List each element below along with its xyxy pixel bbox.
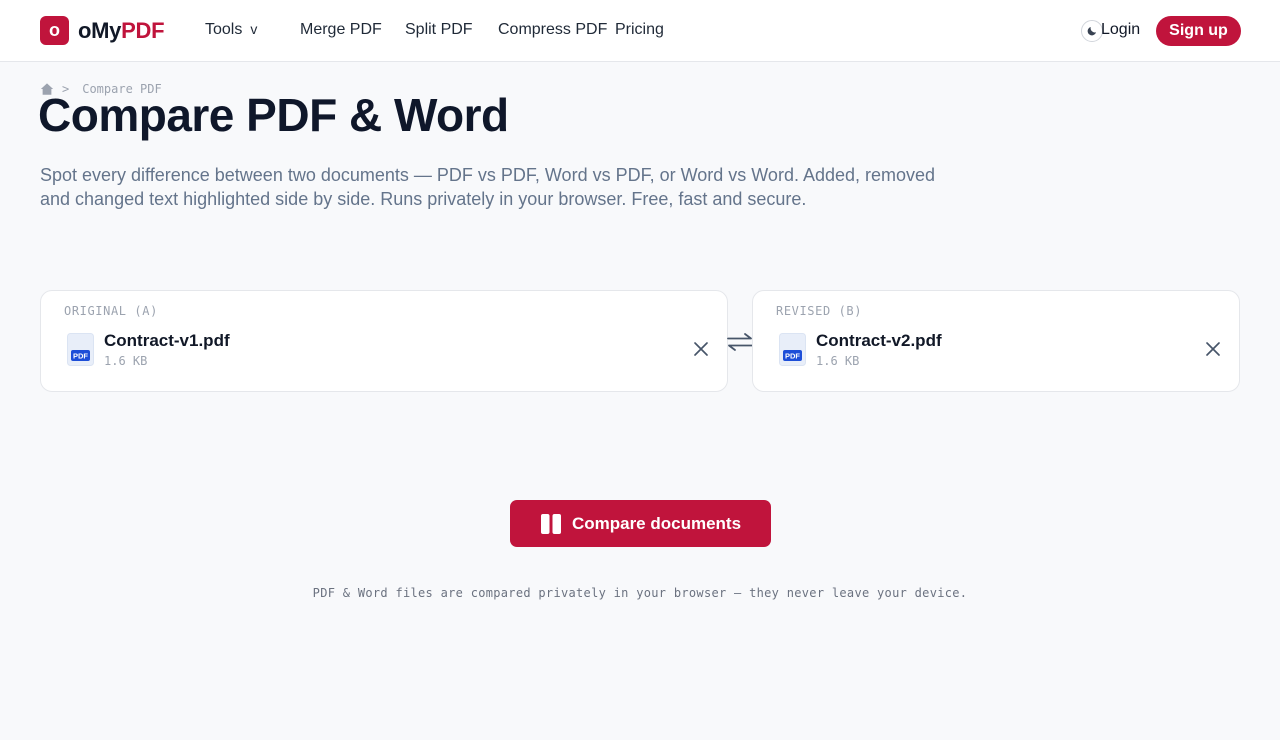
brand-logo[interactable]: o oMyPDF: [40, 16, 165, 45]
swap-icon[interactable]: [725, 332, 755, 352]
login-link[interactable]: Login: [1101, 21, 1140, 39]
nav-tools-dropdown[interactable]: Tools v: [205, 21, 257, 39]
original-file-label: ORIGINAL (A): [64, 304, 158, 318]
nav-split-pdf[interactable]: Split PDF: [405, 21, 473, 39]
pdf-file-icon: PDF: [67, 333, 94, 366]
pdf-file-icon: PDF: [779, 333, 806, 366]
theme-toggle-button[interactable]: [1081, 20, 1103, 42]
compare-button-label: Compare documents: [571, 513, 742, 533]
compare-columns-icon: [540, 513, 561, 534]
logo-name-accent: PDF: [121, 17, 165, 43]
pdf-badge-text: PDF: [785, 352, 800, 361]
nav-pricing[interactable]: Pricing: [615, 21, 664, 39]
revised-file-card[interactable]: REVISED (B) PDF Contract-v2.pdf 1.6 KB: [752, 290, 1240, 392]
page-title: Compare PDF & Word: [38, 89, 509, 141]
logo-name-prefix: oMy: [78, 17, 122, 43]
original-file-size: 1.6 KB: [104, 354, 148, 368]
signup-button[interactable]: Sign up: [1156, 16, 1241, 46]
close-icon[interactable]: [692, 340, 710, 358]
moon-icon: [1087, 27, 1096, 36]
compare-documents-button[interactable]: Compare documents: [510, 500, 771, 547]
nav-tools-label: Tools: [205, 21, 243, 38]
revised-file-size: 1.6 KB: [816, 354, 860, 368]
original-file-card[interactable]: ORIGINAL (A) PDF Contract-v1.pdf 1.6 KB: [40, 290, 728, 392]
original-file-name: Contract-v1.pdf: [104, 331, 230, 350]
pdf-badge-text: PDF: [73, 352, 88, 361]
close-icon[interactable]: [1204, 340, 1222, 358]
revised-file-label: REVISED (B): [776, 304, 863, 318]
privacy-note: PDF & Word files are compared privately …: [312, 586, 968, 600]
top-navbar: o oMyPDF Tools v Merge PDF Split PDF Comp…: [0, 0, 1280, 62]
nav-compress-pdf[interactable]: Compress PDF: [498, 21, 607, 39]
logo-wordmark: oMyPDF: [78, 17, 165, 44]
page-description: Spot every difference between two docume…: [40, 165, 936, 209]
logo-mark: o: [40, 16, 69, 45]
revised-file-name: Contract-v2.pdf: [816, 331, 942, 350]
nav-merge-pdf[interactable]: Merge PDF: [300, 21, 382, 39]
chevron-down-icon: v: [250, 21, 258, 37]
